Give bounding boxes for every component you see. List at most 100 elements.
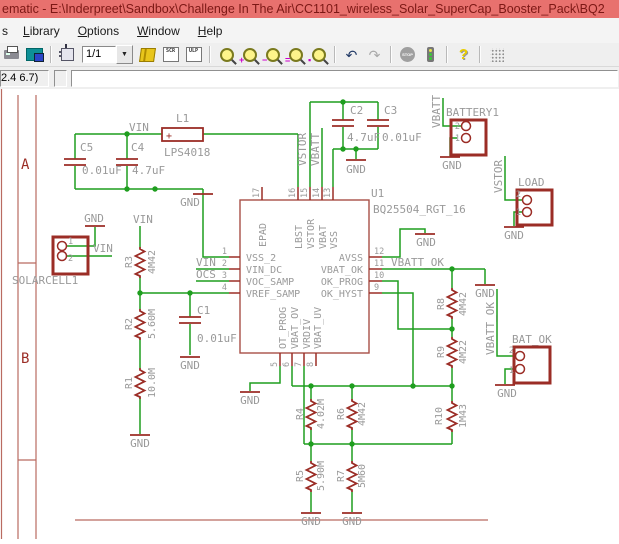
toolbar-separator [446, 46, 448, 63]
u1-pin-name: VBAT [318, 225, 329, 249]
c5-value: 0.01uF [82, 164, 122, 177]
part-battery1-connector[interactable]: 2 1 BATTERY1 [446, 106, 499, 155]
zoom-select-icon [312, 48, 326, 62]
u1-pin-name: LBST [294, 225, 305, 249]
u1-pin-name: VSS_2 [246, 253, 276, 264]
u1-pin-number: 6 [282, 362, 292, 367]
stop-button[interactable]: STOP [396, 44, 419, 65]
u1-pin-number: 3 [222, 271, 227, 281]
net-label-gnd: GND [416, 236, 436, 249]
zoom-redraw-button[interactable]: = [284, 44, 307, 65]
u1-pin-name: OK_HYST [321, 289, 363, 300]
net-label-ocs: OCS [196, 268, 216, 281]
command-input[interactable] [71, 70, 618, 87]
r9-name: R9 [436, 346, 447, 358]
command-mini-box[interactable] [54, 70, 67, 87]
r10-value: 1M43 [458, 404, 469, 428]
toolbar-separator [50, 46, 52, 63]
r1-name: R1 [124, 377, 135, 389]
battery1-pin-number: 1 [455, 134, 460, 144]
help-button[interactable]: ? [452, 44, 475, 65]
c4-value: 4.7uF [132, 164, 165, 177]
grid-button[interactable] [485, 44, 508, 65]
menu-bar: s Library Options Window Help [0, 18, 619, 43]
toolbar-separator [209, 46, 211, 63]
r4-value: 4.02M [316, 399, 327, 429]
r6-value: 4M42 [357, 402, 368, 426]
u1-pin-name: VSS [329, 231, 340, 249]
net-label-gnd: GND [497, 387, 517, 400]
use-device-button[interactable] [56, 44, 79, 65]
load-pin-number: 2 [516, 190, 521, 200]
help-icon: ? [459, 46, 468, 63]
sheet-dropdown-arrow-icon[interactable]: ▼ [116, 45, 133, 64]
net-label-vbatt-ok: VBATT_OK [484, 302, 497, 355]
load-name: LOAD [518, 176, 545, 189]
net-label-gnd: GND [442, 159, 462, 172]
open-board-button[interactable] [23, 44, 46, 65]
zoom-out-glyph: − [262, 56, 267, 65]
grid-icon [490, 48, 504, 62]
menu-item-options[interactable]: Options [69, 22, 128, 40]
menu-item-help[interactable]: Help [189, 22, 232, 40]
u1-pin-number: 7 [294, 362, 304, 367]
u1-pin-name: VBAT_OV [290, 307, 301, 349]
r7-value: 5M60 [357, 464, 368, 488]
command-bar: 2.4 6.7) [0, 67, 619, 89]
u1-pin-number: 13 [323, 188, 333, 198]
coordinate-display: 2.4 6.7) [0, 70, 49, 87]
print-button[interactable] [0, 44, 23, 65]
zoom-out-icon [266, 48, 280, 62]
run-ulp-button[interactable]: ULP [182, 44, 205, 65]
sheet-value[interactable]: 1/1 [82, 46, 116, 63]
battery1-name: BATTERY1 [446, 106, 499, 119]
c3-value: 0.01uF [382, 131, 422, 144]
u1-pin-number: 12 [374, 247, 384, 257]
net-label-vstor: VSTOR [492, 160, 505, 193]
zoom-redraw-glyph: = [285, 56, 290, 65]
run-script-button[interactable]: SCR [159, 44, 182, 65]
menu-item-window[interactable]: Window [128, 22, 189, 40]
net-label-vin: VIN [93, 242, 113, 255]
menu-item-library[interactable]: Library [14, 22, 69, 40]
net-label-gnd: GND [180, 359, 200, 372]
frame-row-a: A [21, 157, 30, 173]
r8-value: 4M42 [458, 292, 469, 316]
menu-item-partial[interactable]: s [0, 22, 14, 40]
zoom-select-glyph: ▪ [308, 56, 311, 65]
zoom-fit-button[interactable] [215, 44, 238, 65]
library-button[interactable] [136, 44, 159, 65]
chip-icon [61, 48, 74, 61]
ulp-icon: ULP [186, 47, 202, 62]
undo-button[interactable]: ↶ [340, 44, 363, 65]
erc-button[interactable] [419, 44, 442, 65]
zoom-out-button[interactable]: − [261, 44, 284, 65]
l1-polarity: + [166, 131, 172, 142]
u1-value: BQ25504_RGT_16 [373, 203, 466, 216]
u1-pin-name: AVSS [339, 253, 363, 264]
zoom-in-icon [243, 48, 257, 62]
schematic-svg[interactable]: A B [0, 89, 619, 539]
sheet-selector[interactable]: 1/1 ▼ [82, 45, 133, 64]
r6-name: R6 [336, 408, 347, 420]
u1-pin-number: 2 [222, 259, 227, 269]
redo-button[interactable]: ↷ [363, 44, 386, 65]
zoom-in-glyph: + [239, 56, 244, 65]
solarcell1-pin-number: 2 [68, 254, 73, 264]
c5-name: C5 [80, 141, 93, 154]
r1-value: 10.0M [147, 368, 158, 398]
u1-pin-number: 14 [312, 188, 322, 198]
part-solarcell1-connector[interactable]: 1 2 SOLARCELL1 [12, 237, 88, 287]
part-bat-ok-connector[interactable]: 2 1 BAT_OK [509, 333, 552, 383]
part-u1-bq25504[interactable]: U1 BQ25504_RGT_16 VSS_2 VIN_DC VOC_SAMP … [222, 187, 466, 367]
zoom-fit-icon [220, 48, 234, 62]
zoom-in-button[interactable]: + [238, 44, 261, 65]
part-l1-inductor[interactable]: + L1 LPS4018 [162, 112, 210, 159]
zoom-select-button[interactable]: ▪ [307, 44, 330, 65]
load-pin-number: 1 [516, 208, 521, 218]
u1-name: U1 [371, 187, 384, 200]
zoom-redraw-icon [289, 48, 303, 62]
bat-ok-name: BAT_OK [512, 333, 552, 346]
schematic-canvas[interactable]: A B [0, 89, 619, 539]
battery1-pin-number: 2 [455, 122, 460, 132]
